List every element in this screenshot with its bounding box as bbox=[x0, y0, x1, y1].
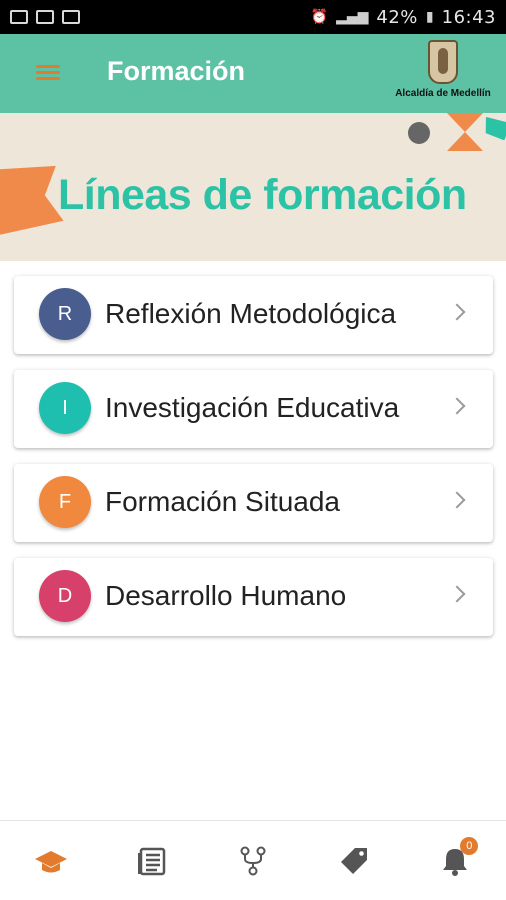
line-label: Desarrollo Humano bbox=[105, 580, 347, 611]
bottom-navigation: 0 bbox=[0, 820, 506, 900]
menu-icon[interactable] bbox=[36, 63, 60, 83]
avatar: R bbox=[39, 288, 91, 340]
battery-percent: 42% bbox=[376, 6, 418, 28]
chevron-right-icon bbox=[448, 491, 466, 509]
notification-icon bbox=[62, 10, 80, 24]
tag-icon bbox=[341, 847, 368, 874]
chevron-right-icon bbox=[448, 585, 466, 603]
decorative-teal-shape bbox=[482, 117, 506, 141]
nav-news[interactable] bbox=[122, 831, 182, 891]
status-notifications bbox=[10, 10, 80, 24]
alarm-icon: ⏰ bbox=[310, 9, 329, 25]
avatar: D bbox=[39, 570, 91, 622]
logo-text: Alcaldía de Medellín bbox=[395, 88, 491, 99]
banner-title: Líneas de formación bbox=[58, 171, 467, 219]
avatar: F bbox=[39, 476, 91, 528]
nav-formacion[interactable] bbox=[21, 831, 81, 891]
line-card-formacion-situada[interactable]: F Formación Situada bbox=[14, 464, 493, 542]
section-banner: Líneas de formación bbox=[0, 113, 506, 261]
decorative-flag-shape bbox=[0, 161, 64, 236]
status-system: ⏰ ▂▄▆ 42% ▮ 16:43 bbox=[311, 7, 496, 28]
chevron-right-icon bbox=[448, 303, 466, 321]
network-icon bbox=[240, 846, 266, 875]
battery-icon: ▮ bbox=[425, 9, 434, 25]
news-icon bbox=[137, 847, 166, 875]
page-title: Formación bbox=[107, 56, 246, 86]
status-bar: ⏰ ▂▄▆ 42% ▮ 16:43 bbox=[0, 0, 506, 34]
formation-lines-list: R Reflexión Metodológica I Investigación… bbox=[14, 276, 493, 652]
signal-icon: ▂▄▆ bbox=[336, 9, 369, 25]
line-label: Reflexión Metodológica bbox=[105, 298, 397, 329]
decorative-hourglass-shape bbox=[447, 113, 483, 151]
line-label: Investigación Educativa bbox=[105, 392, 400, 423]
notification-badge: 0 bbox=[460, 836, 479, 855]
alcaldia-logo: Alcaldía de Medellín bbox=[386, 40, 500, 110]
decorative-dot bbox=[408, 122, 430, 144]
app-bar: Formación Alcaldía de Medellín bbox=[0, 34, 506, 113]
chevron-right-icon bbox=[448, 397, 466, 415]
line-card-desarrollo-humano[interactable]: D Desarrollo Humano bbox=[14, 558, 493, 636]
line-label: Formación Situada bbox=[105, 486, 341, 517]
nav-notifications[interactable]: 0 bbox=[425, 831, 485, 891]
avatar: I bbox=[39, 382, 91, 434]
graduation-cap-icon bbox=[34, 850, 67, 872]
notification-icon bbox=[10, 10, 28, 24]
nav-tags[interactable] bbox=[324, 831, 384, 891]
line-card-reflexion[interactable]: R Reflexión Metodológica bbox=[14, 276, 493, 354]
nav-network[interactable] bbox=[223, 831, 283, 891]
notification-icon bbox=[36, 10, 54, 24]
coat-of-arms-icon bbox=[428, 40, 458, 84]
clock: 16:43 bbox=[441, 6, 496, 28]
line-card-investigacion[interactable]: I Investigación Educativa bbox=[14, 370, 493, 448]
